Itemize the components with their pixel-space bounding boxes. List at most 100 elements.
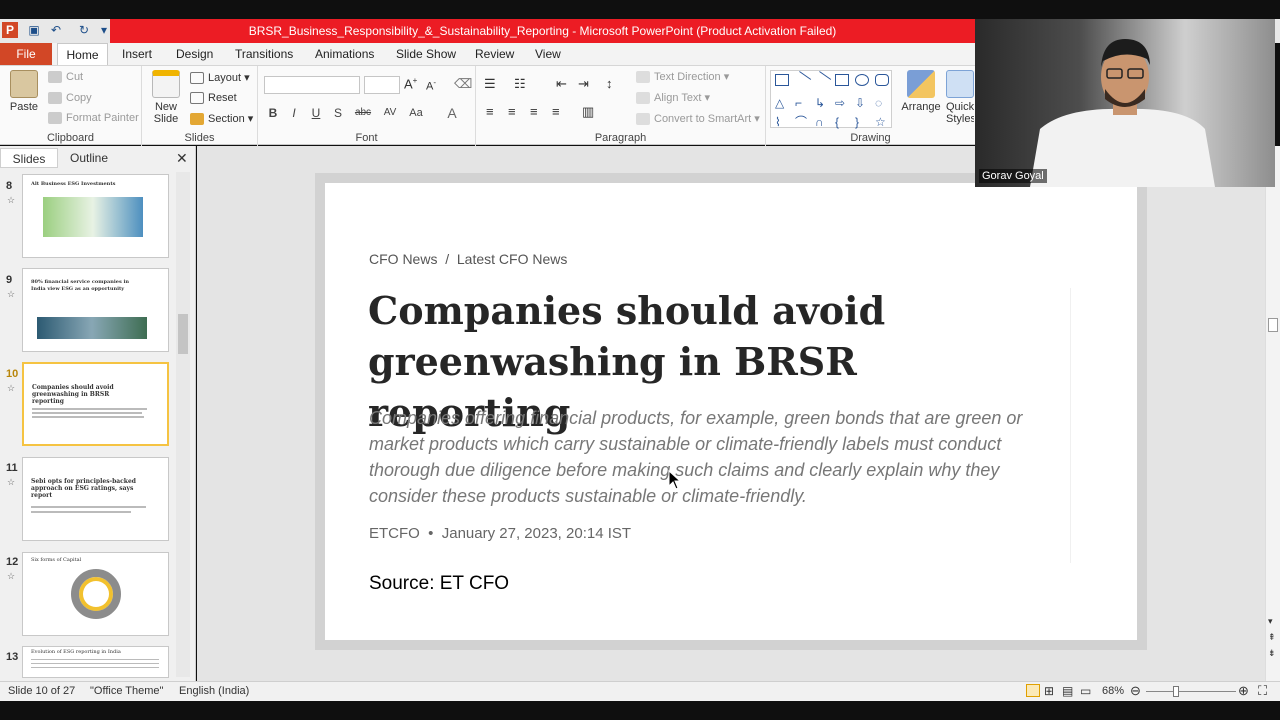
oval-shape-icon[interactable]: [855, 74, 869, 86]
tab-insert[interactable]: Insert: [122, 43, 152, 65]
line-spacing-icon[interactable]: ↕: [606, 76, 613, 91]
zoom-out-icon[interactable]: ⊖: [1130, 683, 1141, 699]
triangle-shape-icon[interactable]: △: [775, 94, 789, 109]
undo-icon[interactable]: ↶: [48, 22, 64, 38]
curve-shape-icon[interactable]: ⌒: [795, 113, 809, 128]
tab-design[interactable]: Design: [176, 43, 213, 65]
layout-button[interactable]: Layout ▾: [190, 71, 250, 85]
elbow-connector-icon[interactable]: ⌐: [795, 94, 809, 109]
tab-home[interactable]: Home: [57, 43, 108, 65]
left-brace-shape-icon[interactable]: {: [835, 113, 849, 128]
down-arrow-shape-icon[interactable]: ⇩: [855, 94, 869, 109]
line-shape-icon[interactable]: [792, 71, 812, 89]
align-right-icon[interactable]: ≡: [530, 104, 538, 119]
normal-view-icon[interactable]: [1026, 684, 1040, 697]
next-slide-icon[interactable]: ⇟: [1268, 648, 1276, 659]
arrow-shape-icon[interactable]: [812, 71, 832, 89]
zoom-slider[interactable]: [1146, 691, 1236, 692]
slide-thumbnail-11[interactable]: Sebi opts for principles-backed approach…: [22, 457, 169, 541]
new-slide-button[interactable]: New Slide: [148, 70, 184, 125]
current-slide[interactable]: CFO News / Latest CFO News Companies sho…: [325, 183, 1137, 640]
slide-sorter-view-icon[interactable]: ⊞: [1044, 684, 1054, 698]
rectangle-shape-icon[interactable]: [835, 74, 849, 86]
character-spacing-button[interactable]: AV: [378, 104, 402, 122]
slide-thumbnail-9[interactable]: 80% financial service companies in India…: [22, 268, 169, 352]
shrink-font-button[interactable]: A-: [426, 78, 436, 93]
zoom-slider-thumb[interactable]: [1173, 686, 1179, 697]
font-name-combo[interactable]: [264, 76, 360, 94]
clear-formatting-icon[interactable]: ⌫: [454, 76, 472, 92]
tab-view[interactable]: View: [535, 43, 561, 65]
tab-slide-show[interactable]: Slide Show: [396, 43, 456, 65]
previous-slide-icon[interactable]: ⇞: [1268, 632, 1276, 643]
drawing-group: △ ⌐ ↳ ⇨ ⇩ ◌ ⌇ ⌒ ∩ { } ☆ Arrange Quick St…: [766, 66, 975, 146]
freeform-shape-icon[interactable]: ⌇: [775, 113, 789, 128]
right-arrow-shape-icon[interactable]: ⇨: [835, 94, 849, 109]
quick-styles-button[interactable]: Quick Styles: [946, 70, 974, 125]
strikethrough-button[interactable]: abc: [350, 104, 376, 122]
arc-shape-icon[interactable]: ∩: [815, 113, 829, 128]
grow-font-button[interactable]: A+: [404, 76, 417, 91]
pane-scroll-thumb[interactable]: [178, 314, 188, 354]
tab-outline[interactable]: Outline: [70, 148, 108, 168]
decrease-indent-icon[interactable]: ⇤: [556, 76, 567, 92]
save-icon[interactable]: ▣: [26, 22, 42, 38]
main-scrollbar[interactable]: ▾ ⇞ ⇟: [1265, 146, 1280, 681]
italic-button[interactable]: I: [284, 104, 304, 122]
powerpoint-logo-icon[interactable]: P: [2, 22, 18, 38]
text-shadow-button[interactable]: S: [328, 104, 348, 122]
increase-indent-icon[interactable]: ⇥: [578, 76, 589, 92]
align-text-button[interactable]: Align Text ▾: [636, 91, 710, 105]
scroll-down-icon[interactable]: ▾: [1268, 616, 1273, 627]
zoom-level[interactable]: 68%: [1102, 685, 1124, 697]
justify-icon[interactable]: ≡: [552, 104, 560, 119]
mouse-cursor-icon: [668, 470, 680, 490]
zoom-in-icon[interactable]: ⊕: [1238, 683, 1249, 699]
tab-transitions[interactable]: Transitions: [235, 43, 293, 65]
columns-icon[interactable]: ▥: [582, 104, 594, 120]
animation-star-icon: ☆: [7, 195, 16, 205]
star-shape-icon[interactable]: ☆: [875, 113, 889, 128]
arrange-button[interactable]: Arrange: [900, 70, 942, 113]
elbow-arrow-icon[interactable]: ↳: [815, 94, 829, 109]
align-center-icon[interactable]: ≡: [508, 104, 516, 119]
language-indicator[interactable]: English (India): [179, 685, 249, 697]
slide-show-view-icon[interactable]: ▭: [1080, 684, 1091, 698]
slide-thumbnail-13[interactable]: Evolution of ESG reporting in India: [22, 646, 169, 678]
tab-slides[interactable]: Slides: [0, 148, 58, 168]
slide-counter: Slide 10 of 27: [8, 685, 76, 697]
tab-review[interactable]: Review: [475, 43, 514, 65]
convert-smartart-button[interactable]: Convert to SmartArt ▾: [636, 112, 760, 126]
reading-view-icon[interactable]: ▤: [1062, 684, 1073, 698]
copy-button[interactable]: Copy: [48, 92, 92, 105]
main-scroll-thumb[interactable]: [1268, 318, 1278, 332]
cut-button[interactable]: Cut: [48, 71, 83, 84]
textbox-shape-icon[interactable]: [775, 74, 789, 86]
redo-icon[interactable]: ↻: [76, 22, 92, 38]
section-button[interactable]: Section ▾: [190, 112, 253, 126]
bullets-icon[interactable]: ☰: [484, 76, 496, 92]
format-painter-button[interactable]: Format Painter: [48, 112, 139, 125]
font-size-combo[interactable]: [364, 76, 400, 94]
fit-to-window-icon[interactable]: ⛶: [1258, 683, 1267, 699]
reset-button[interactable]: Reset: [190, 92, 237, 105]
right-brace-shape-icon[interactable]: }: [855, 113, 869, 128]
tab-animations[interactable]: Animations: [315, 43, 374, 65]
pane-scrollbar[interactable]: [176, 172, 190, 677]
tab-file[interactable]: File: [0, 43, 52, 65]
shapes-gallery[interactable]: △ ⌐ ↳ ⇨ ⇩ ◌ ⌇ ⌒ ∩ { } ☆: [770, 70, 892, 128]
text-direction-button[interactable]: Text Direction ▾: [636, 70, 729, 84]
align-left-icon[interactable]: ≡: [486, 104, 494, 119]
underline-button[interactable]: U: [306, 104, 326, 122]
font-color-icon[interactable]: A: [442, 104, 462, 122]
close-pane-icon[interactable]: ✕: [176, 148, 188, 168]
bold-button[interactable]: B: [263, 104, 283, 122]
numbering-icon[interactable]: ☷: [514, 76, 526, 92]
slide-thumbnail-10-selected[interactable]: Companies should avoid greenwashing in B…: [22, 362, 169, 446]
rounded-rect-shape-icon[interactable]: [875, 74, 889, 86]
slide-thumbnail-8[interactable]: Alt Business ESG Investments: [22, 174, 169, 258]
callout-shape-icon[interactable]: ◌: [875, 94, 889, 109]
slide-thumbnail-12[interactable]: Six forms of Capital: [22, 552, 169, 636]
paste-button[interactable]: Paste: [6, 70, 42, 113]
change-case-button[interactable]: Aa: [404, 104, 428, 122]
